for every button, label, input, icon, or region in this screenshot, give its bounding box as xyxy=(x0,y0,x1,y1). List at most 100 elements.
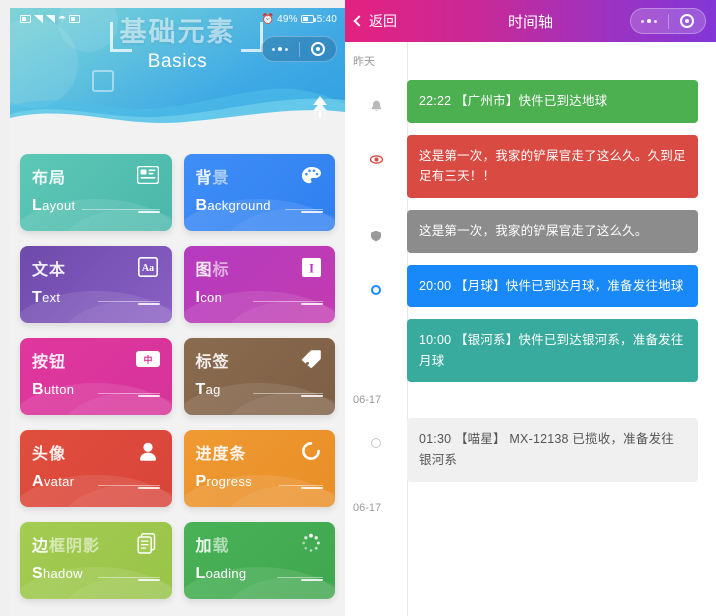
target-circle-icon[interactable] xyxy=(300,42,337,56)
svg-text:Aa: Aa xyxy=(141,263,153,274)
card-loading[interactable]: 加载 Loading xyxy=(183,522,335,599)
timeline-date-label: 06-17 xyxy=(345,495,401,520)
card-text[interactable]: 文本 Text Aa xyxy=(20,246,172,323)
card-layout[interactable]: 布局 Layout xyxy=(20,154,172,231)
icon-badge-icon: I xyxy=(299,256,323,278)
card-tag[interactable]: 标签 Tag xyxy=(183,338,335,415)
eye-red-icon xyxy=(368,152,384,166)
card-title-en: Text xyxy=(32,289,61,306)
timeline-bubble: 22:22 【广州市】快件已到达地球 xyxy=(407,80,698,123)
timeline-item[interactable]: 20:00 【月球】快件已到达月球，准备发往地球 xyxy=(345,259,704,314)
timeline-marker xyxy=(345,418,407,451)
card-rule xyxy=(285,209,323,210)
text-aa-icon: Aa xyxy=(136,256,160,278)
timeline-marker xyxy=(345,135,407,166)
button-cn-icon: 中 xyxy=(135,348,160,370)
basics-banner: ☂ ⏰ 49% 5:40 基础元素 Basics xyxy=(10,8,345,136)
banner-tree-icon xyxy=(313,96,327,118)
right-phone-pane: 返回 时间轴 昨天 22:22 【广州市】快件已到达地球 这是第一次，我家的铲屎… xyxy=(345,0,716,616)
status-bar: ☂ ⏰ 49% 5:40 xyxy=(10,8,345,30)
card-rule xyxy=(97,577,160,578)
card-rule-accent xyxy=(137,579,160,581)
progress-spinner-icon xyxy=(299,440,323,462)
miniprogram-capsule[interactable] xyxy=(630,8,706,34)
card-title-en: Avatar xyxy=(32,473,75,490)
banner-wave xyxy=(10,84,345,136)
person-icon xyxy=(136,440,160,462)
timeline-item[interactable]: 这是第一次，我家的铲屎官走了这么久。 xyxy=(345,204,704,259)
layout-card-icon xyxy=(136,164,160,186)
battery-icon xyxy=(300,15,316,23)
alarm-icon: ⏰ xyxy=(261,13,275,25)
svg-text:中: 中 xyxy=(143,354,152,365)
shadow-layers-icon xyxy=(136,532,160,554)
timeline-item[interactable]: 22:22 【广州市】快件已到达地球 xyxy=(345,74,704,129)
card-button[interactable]: 按钮 Button 中 xyxy=(20,338,172,415)
timeline-header: 返回 时间轴 xyxy=(345,0,716,42)
timeline-bubble: 20:00 【月球】快件已到达月球，准备发往地球 xyxy=(407,264,698,308)
timeline-bubble: 10:00 【银河系】快件已到达银河系，准备发往月球 xyxy=(407,319,698,383)
card-progress[interactable]: 进度条 Progress xyxy=(183,430,335,507)
timeline-bubble: 这是第一次，我家的铲屎官走了这么久。久到足足有三天！！ xyxy=(407,134,698,198)
left-phone-viewport: ☂ ⏰ 49% 5:40 基础元素 Basics 布局 Layout 背景 Ba… xyxy=(10,8,345,616)
card-rule xyxy=(97,393,160,394)
timeline-item[interactable]: 10:00 【银河系】快件已到达银河系，准备发往月球 xyxy=(345,313,704,388)
card-rule xyxy=(277,577,323,578)
signal-bars-secondary-icon xyxy=(46,15,55,23)
timeline-marker xyxy=(345,319,407,337)
timeline-list: 昨天 22:22 【广州市】快件已到达地球 这是第一次，我家的铲屎官走了这么久。… xyxy=(345,42,716,616)
card-title-en: Button xyxy=(32,381,75,398)
app-screen: ☂ ⏰ 49% 5:40 基础元素 Basics 布局 Layout 背景 Ba… xyxy=(0,0,716,616)
card-title-en: Tag xyxy=(195,381,221,398)
battery-percent-label: 49% xyxy=(277,13,298,25)
back-label: 返回 xyxy=(369,13,397,29)
left-phone-pane: ☂ ⏰ 49% 5:40 基础元素 Basics 布局 Layout 背景 Ba… xyxy=(0,0,345,616)
more-dots-icon[interactable] xyxy=(631,19,668,23)
wifi-icon: ☂ xyxy=(58,13,67,24)
timeline-marker xyxy=(345,265,407,297)
network-icon xyxy=(69,15,81,23)
chevron-left-icon xyxy=(353,15,365,27)
dot-blue-ring-icon xyxy=(368,282,384,297)
sim-card-icon xyxy=(20,15,31,23)
svg-text:I: I xyxy=(308,260,313,275)
card-rule xyxy=(253,393,323,394)
card-title-en: Background xyxy=(195,197,271,214)
timeline-item[interactable]: 这是第一次，我家的铲屎官走了这么久。久到足足有三天！！ xyxy=(345,129,704,204)
card-title-en: Loading xyxy=(195,565,247,582)
target-circle-icon[interactable] xyxy=(669,14,706,28)
card-rule-accent xyxy=(137,303,160,305)
card-title-en: Shadow xyxy=(32,565,83,582)
timeline-bubble: 01:30 【喵星】 MX-12138 已揽收，准备发往银河系 xyxy=(407,418,698,482)
miniprogram-capsule[interactable] xyxy=(261,36,337,62)
basics-card-grid: 布局 Layout 背景 Background 文本 Text Aa 图标 Ic… xyxy=(10,136,345,609)
card-shadow[interactable]: 边框阴影 Shadow xyxy=(20,522,172,599)
card-rule xyxy=(81,209,160,210)
card-rule xyxy=(97,301,160,302)
dot-hollow-icon xyxy=(368,436,384,451)
timeline-date-label: 06-17 xyxy=(345,388,401,413)
status-time-label: 5:40 xyxy=(316,13,337,25)
card-rule-accent xyxy=(301,211,323,213)
card-rule xyxy=(97,485,160,486)
status-bar-right: ⏰ 49% 5:40 xyxy=(261,14,337,25)
card-rule xyxy=(253,301,323,302)
card-title-en: Icon xyxy=(195,289,223,306)
card-rule-accent xyxy=(301,579,323,581)
card-rule-accent xyxy=(301,395,323,397)
loading-dots-icon xyxy=(299,532,323,554)
status-bar-left: ☂ xyxy=(20,13,81,25)
card-rule-accent xyxy=(301,303,323,305)
timeline-item[interactable]: 01:30 【喵星】 MX-12138 已揽收，准备发往银河系 xyxy=(345,412,704,487)
palette-icon xyxy=(299,164,323,186)
card-rule-accent xyxy=(137,395,160,397)
card-rule-accent xyxy=(137,211,160,213)
card-title-en: Progress xyxy=(195,473,252,490)
back-button[interactable]: 返回 xyxy=(353,11,397,31)
card-background[interactable]: 背景 Background xyxy=(183,154,335,231)
more-dots-icon[interactable] xyxy=(262,47,299,51)
timeline-bubble: 这是第一次，我家的铲屎官走了这么久。 xyxy=(407,209,698,253)
signal-bars-icon xyxy=(34,15,43,23)
card-avatar[interactable]: 头像 Avatar xyxy=(20,430,172,507)
card-icon[interactable]: 图标 Icon I xyxy=(183,246,335,323)
